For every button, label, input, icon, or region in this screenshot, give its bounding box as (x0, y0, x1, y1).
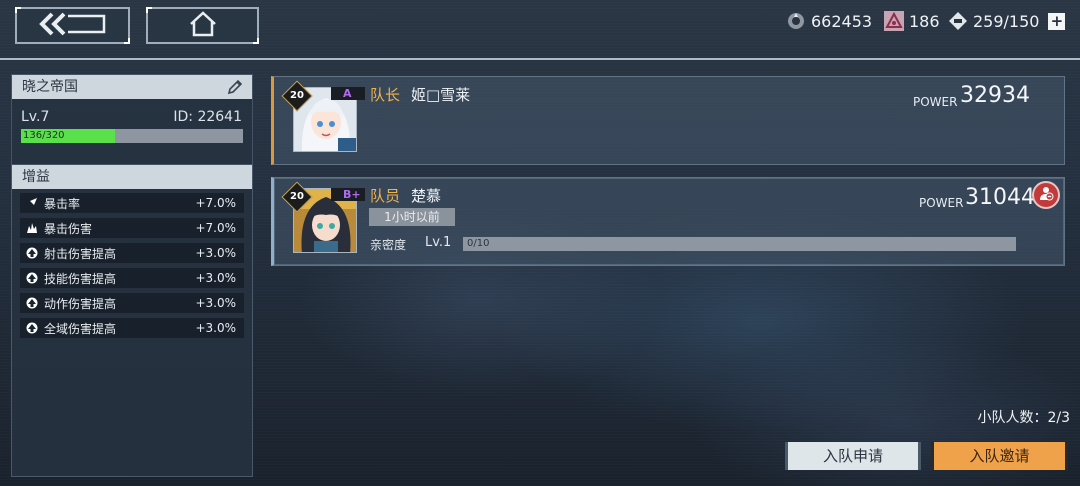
double-chevron-left-icon (38, 11, 108, 41)
buff-value: +3.0% (195, 246, 236, 260)
remove-member-button[interactable] (1032, 181, 1060, 209)
buff-title: 增益 (12, 165, 252, 189)
level-number: 20 (290, 90, 304, 101)
top-divider (0, 58, 1080, 60)
buff-row: 技能伤害提高 +3.0% (20, 268, 244, 288)
home-icon (188, 10, 218, 41)
coin-icon (786, 11, 806, 31)
back-button[interactable] (15, 7, 130, 44)
rank-badge: A (331, 87, 365, 100)
buff-row: 暴击伤害 +7.0% (20, 218, 244, 238)
exp-bar: 136/320 (21, 129, 243, 143)
buff-row: 射击伤害提高 +3.0% (20, 243, 244, 263)
up-arrow-icon (26, 272, 38, 284)
remove-member-icon (1038, 185, 1054, 205)
power-value: 31044 (965, 185, 1035, 210)
coin-resource: 662453 (786, 10, 872, 32)
add-stamina-button[interactable]: + (1048, 12, 1066, 30)
buff-label: 全域伤害提高 (44, 321, 117, 336)
affinity-level: Lv.1 (425, 235, 452, 250)
affinity-bar: 0/10 (463, 237, 1016, 251)
home-button[interactable] (146, 7, 259, 44)
affinity-label: 亲密度 (370, 238, 407, 252)
buff-value: +3.0% (195, 271, 236, 285)
buff-label: 暴击伤害 (44, 221, 93, 236)
buff-value: +3.0% (195, 321, 236, 335)
buff-label: 暴击率 (44, 196, 81, 211)
crystal-icon (884, 11, 904, 31)
buff-label: 射击伤害提高 (44, 246, 117, 261)
level-number: 20 (290, 191, 304, 202)
player-level: Lv.7 (21, 109, 50, 125)
invite-button[interactable]: 入队邀请 (931, 442, 1068, 470)
player-id: ID: 22641 (173, 109, 242, 125)
power-label: POWER (913, 95, 958, 109)
stamina-value: 259/150 (973, 11, 1040, 31)
power-label: POWER (919, 196, 964, 210)
member-card[interactable]: 20 B+ 队员 楚慕 1小时以前 亲密度 Lv.1 0/10 POWER 31… (271, 177, 1065, 266)
buff-row: 动作伤害提高 +3.0% (20, 293, 244, 313)
join-requests-button[interactable]: 入队申请 (785, 442, 921, 470)
coin-value: 662453 (811, 11, 873, 31)
crit-damage-icon (26, 222, 38, 234)
rank-badge: B+ (331, 188, 365, 201)
exp-text: 136/320 (23, 130, 65, 141)
buff-value: +7.0% (195, 196, 236, 210)
affinity-text: 0/10 (467, 238, 490, 249)
crit-rate-icon (26, 197, 38, 209)
team-member-count: 小队人数：2/3 (977, 410, 1070, 426)
up-arrow-icon (26, 322, 38, 334)
crystal-value: 186 (909, 11, 940, 31)
member-role: 队员 (370, 187, 401, 205)
power-value: 32934 (960, 83, 1030, 108)
buff-list: 暴击率 +7.0% 暴击伤害 +7.0% 射击伤害提高 +3.0% 技能伤害提高… (20, 193, 244, 343)
buff-label: 技能伤害提高 (44, 271, 117, 286)
buff-row: 全域伤害提高 +3.0% (20, 318, 244, 338)
stamina-icon (948, 11, 968, 31)
up-arrow-icon (26, 297, 38, 309)
up-arrow-icon (26, 247, 38, 259)
stamina-resource: 259/150 + (948, 10, 1066, 32)
buff-panel: 增益 暴击率 +7.0% 暴击伤害 +7.0% 射击伤害提高 +3.0% 技能伤… (11, 164, 253, 477)
buff-value: +3.0% (195, 296, 236, 310)
pencil-icon[interactable] (226, 78, 244, 100)
crystal-resource: 186 (884, 10, 940, 32)
member-role: 队长 (370, 86, 401, 104)
member-name: 楚慕 (411, 187, 442, 205)
last-online-badge: 1小时以前 (369, 208, 455, 226)
member-name: 姬□雪莱 (411, 86, 471, 104)
member-card-leader[interactable]: 20 A 队长 姬□雪莱 POWER 32934 (271, 76, 1065, 165)
buff-label: 动作伤害提高 (44, 296, 117, 311)
buff-row: 暴击率 +7.0% (20, 193, 244, 213)
buff-value: +7.0% (195, 221, 236, 235)
guild-name: 晓之帝国 (12, 75, 252, 99)
